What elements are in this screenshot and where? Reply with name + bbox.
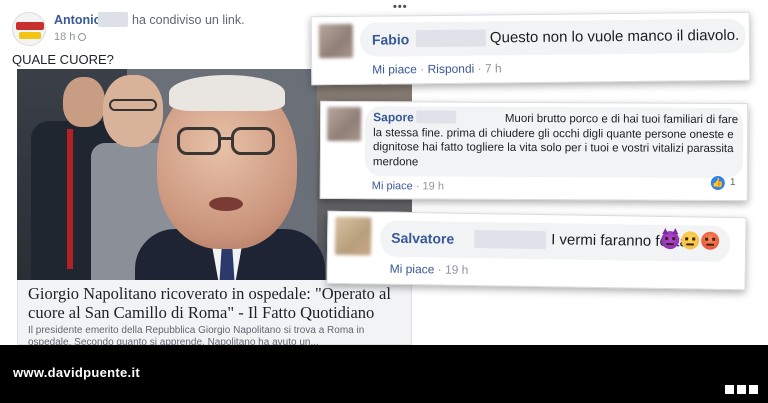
separator-dot: · — [416, 62, 428, 77]
photo-main-glasses-right — [231, 127, 275, 155]
commenter-avatar[interactable] — [327, 106, 362, 142]
comment-text: Questo non lo vuole manco il diavolo. — [489, 26, 740, 47]
separator-dot: · — [412, 180, 423, 193]
photo-main-glasses-left — [177, 127, 221, 155]
post-author-name[interactable]: Antonio — [54, 13, 101, 27]
comment-actions: Mi piace · 19 h — [390, 262, 469, 277]
link-preview-box[interactable]: Giorgio Napolitano ricoverato in ospedal… — [17, 280, 412, 345]
footer-banner: www.davidpuente.it — [0, 345, 768, 403]
photo-guard-head — [63, 77, 105, 127]
reply-link[interactable]: Rispondi — [427, 62, 474, 76]
commenter-avatar[interactable] — [318, 23, 354, 59]
photo-guard-stripe — [67, 129, 73, 269]
separator-dot: · — [434, 262, 446, 277]
screenshot-canvas: Antonio ha condiviso un link. 18 h QUALE… — [0, 0, 768, 403]
comment-actions: Mi piace · Rispondi · 7 h — [372, 61, 502, 76]
post-text: QUALE CUORE? — [12, 52, 114, 67]
commenter-name[interactable]: Sapore — [373, 110, 414, 124]
site-url[interactable]: www.davidpuente.it — [13, 365, 140, 380]
commenter-surname-blur — [415, 29, 486, 48]
comment-actions: Mi piace · 19 h — [372, 180, 444, 192]
author-avatar[interactable] — [12, 12, 46, 46]
comment-text: Muori brutto porco e di hai tuoi familia… — [372, 112, 739, 168]
comment-timestamp[interactable]: 19 h — [445, 263, 469, 277]
photo-main-mouth — [209, 197, 243, 211]
post-time-text: 18 h — [54, 31, 76, 43]
comment-timestamp[interactable]: 19 h — [423, 180, 444, 192]
logo-red-band — [16, 22, 44, 30]
commenter-name[interactable]: Fabio — [372, 31, 410, 47]
comment-card-fabio: Fabio Questo non lo vuole manco il diavo… — [310, 11, 751, 86]
logo-yellow-band — [19, 32, 41, 39]
photo-main-hair — [169, 75, 285, 111]
reaction-count[interactable]: 1 — [730, 177, 736, 188]
like-link[interactable]: Mi piace — [372, 62, 417, 76]
commenter-avatar[interactable] — [334, 216, 372, 256]
photo-man-glasses — [109, 99, 157, 111]
comment-card-sapore: Sapore Muori brutto porco e di hai tuoi f… — [319, 100, 749, 202]
comment-card-salvatore: Salvatore I vermi faranno festa Mi piace… — [326, 210, 747, 291]
commenter-name[interactable]: Salvatore — [391, 230, 454, 247]
three-squares-icon — [722, 381, 758, 394]
comment-timestamp[interactable]: 7 h — [485, 61, 502, 75]
more-options-icon[interactable]: ••• — [393, 1, 408, 13]
commenter-surname-blur — [474, 230, 547, 250]
thumbs-up-icon[interactable]: 👍 — [709, 174, 726, 192]
separator-dot: · — [474, 61, 486, 76]
like-link[interactable]: Mi piace — [390, 262, 435, 277]
link-title[interactable]: Giorgio Napolitano ricoverato in ospedal… — [28, 284, 398, 322]
photo-man-head — [103, 75, 163, 147]
photo-main-glasses-bridge — [220, 137, 232, 140]
like-link[interactable]: Mi piace — [372, 180, 413, 192]
post-action-text: ha condiviso un link. — [132, 13, 245, 27]
post-timestamp[interactable]: 18 h — [54, 31, 87, 43]
author-surname-blur — [98, 12, 128, 27]
globe-icon — [78, 33, 87, 41]
comment-text-block: Sapore Muori brutto porco e di hai tuoi f… — [373, 110, 741, 171]
link-description: Il presidente emerito della Repubblica G… — [28, 325, 365, 345]
